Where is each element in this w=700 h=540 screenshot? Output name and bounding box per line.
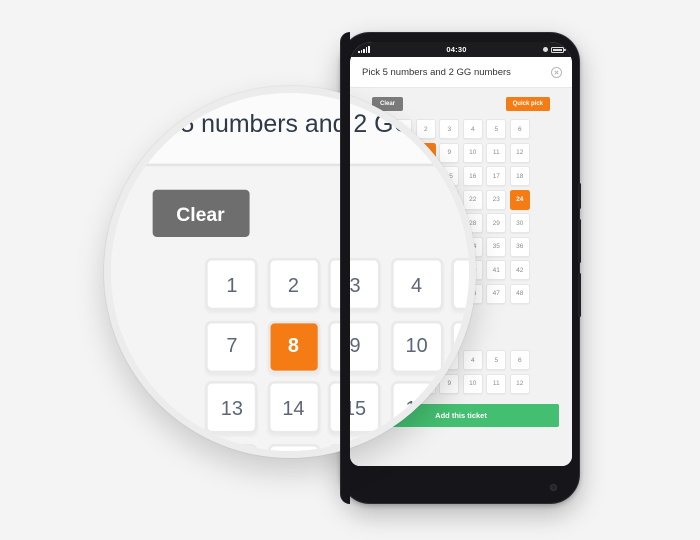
number-cell[interactable]: 2: [267, 258, 320, 311]
number-cell[interactable]: 19: [205, 443, 259, 451]
number-cell[interactable]: 23: [486, 189, 507, 210]
number-cell[interactable]: 14: [267, 381, 320, 434]
page-title: Pick 5 numbers and 2 GG numbers: [362, 67, 511, 78]
number-cell[interactable]: 18: [509, 166, 530, 186]
number-cell[interactable]: 10: [390, 319, 443, 373]
number-cell[interactable]: 29: [486, 213, 507, 233]
number-cell[interactable]: 7: [205, 319, 259, 373]
gear-icon: [543, 47, 548, 52]
number-cell[interactable]: 5: [486, 119, 507, 139]
status-bar-clock: 04:30: [446, 45, 467, 54]
magnifier-content: Pick 5 numbers and 2 GG numbers Clear Qu…: [111, 93, 469, 451]
clear-button[interactable]: Clear: [152, 189, 249, 238]
number-cell[interactable]: 1: [205, 258, 259, 311]
number-cell[interactable]: 13: [205, 381, 259, 434]
number-cell[interactable]: 35: [486, 236, 507, 257]
phone-side-button-volume-down[interactable]: [578, 219, 581, 263]
status-bar: 04:30: [350, 42, 572, 57]
number-cell[interactable]: 9: [328, 319, 382, 373]
camera-dot-icon: [550, 484, 557, 491]
quick-pick-button[interactable]: Quick pick: [505, 97, 550, 111]
ticket-picker-app: Pick 5 numbers and 2 GG numbers Clear Qu…: [111, 93, 469, 451]
battery-icon: [551, 46, 566, 53]
number-cell[interactable]: 24: [509, 189, 530, 210]
page-title: Pick 5 numbers and 2 GG numbers: [126, 111, 469, 141]
number-cell[interactable]: 12: [509, 142, 530, 163]
number-cell[interactable]: 42: [509, 260, 530, 280]
number-cell[interactable]: 4: [390, 258, 443, 311]
number-cell[interactable]: 48: [509, 283, 530, 304]
number-cell[interactable]: 8: [267, 319, 320, 373]
app-header: Pick 5 numbers and 2 GG numbers: [350, 57, 572, 88]
screenshot-stage: 04:30 Pick 5 numbers and 2 GG numbers Cl…: [0, 0, 700, 540]
number-cell[interactable]: 41: [486, 260, 507, 280]
number-cell[interactable]: 16: [390, 381, 443, 434]
number-cell[interactable]: 11: [486, 373, 507, 394]
number-cell[interactable]: 12: [509, 373, 530, 394]
number-cell[interactable]: 5: [451, 258, 469, 311]
close-circle-icon[interactable]: [551, 67, 562, 78]
phone-side-button-power[interactable]: [578, 273, 581, 317]
number-cell[interactable]: 36: [509, 236, 530, 257]
app-header: Pick 5 numbers and 2 GG numbers: [111, 93, 469, 167]
number-cell[interactable]: 15: [328, 381, 382, 434]
main-number-grid: 1234567891011121314151617181920212223242…: [111, 253, 469, 451]
number-cell[interactable]: 30: [509, 213, 530, 233]
number-cell[interactable]: 17: [486, 166, 507, 186]
number-cell[interactable]: 6: [509, 350, 530, 370]
number-cell[interactable]: 5: [486, 350, 507, 370]
status-bar-right-icons: [543, 46, 566, 53]
number-cell[interactable]: 6: [509, 119, 530, 139]
phone-side-button-volume-up[interactable]: [578, 183, 581, 209]
number-cell[interactable]: 47: [486, 283, 507, 304]
number-cell[interactable]: 3: [328, 258, 382, 311]
number-cell[interactable]: 20: [267, 443, 320, 451]
magnifier-lens: Pick 5 numbers and 2 GG numbers Clear Qu…: [104, 86, 476, 458]
picker-toolbar: Clear Quick pick: [111, 166, 469, 253]
number-cell[interactable]: 11: [486, 142, 507, 163]
signal-bars-icon: [358, 46, 370, 53]
